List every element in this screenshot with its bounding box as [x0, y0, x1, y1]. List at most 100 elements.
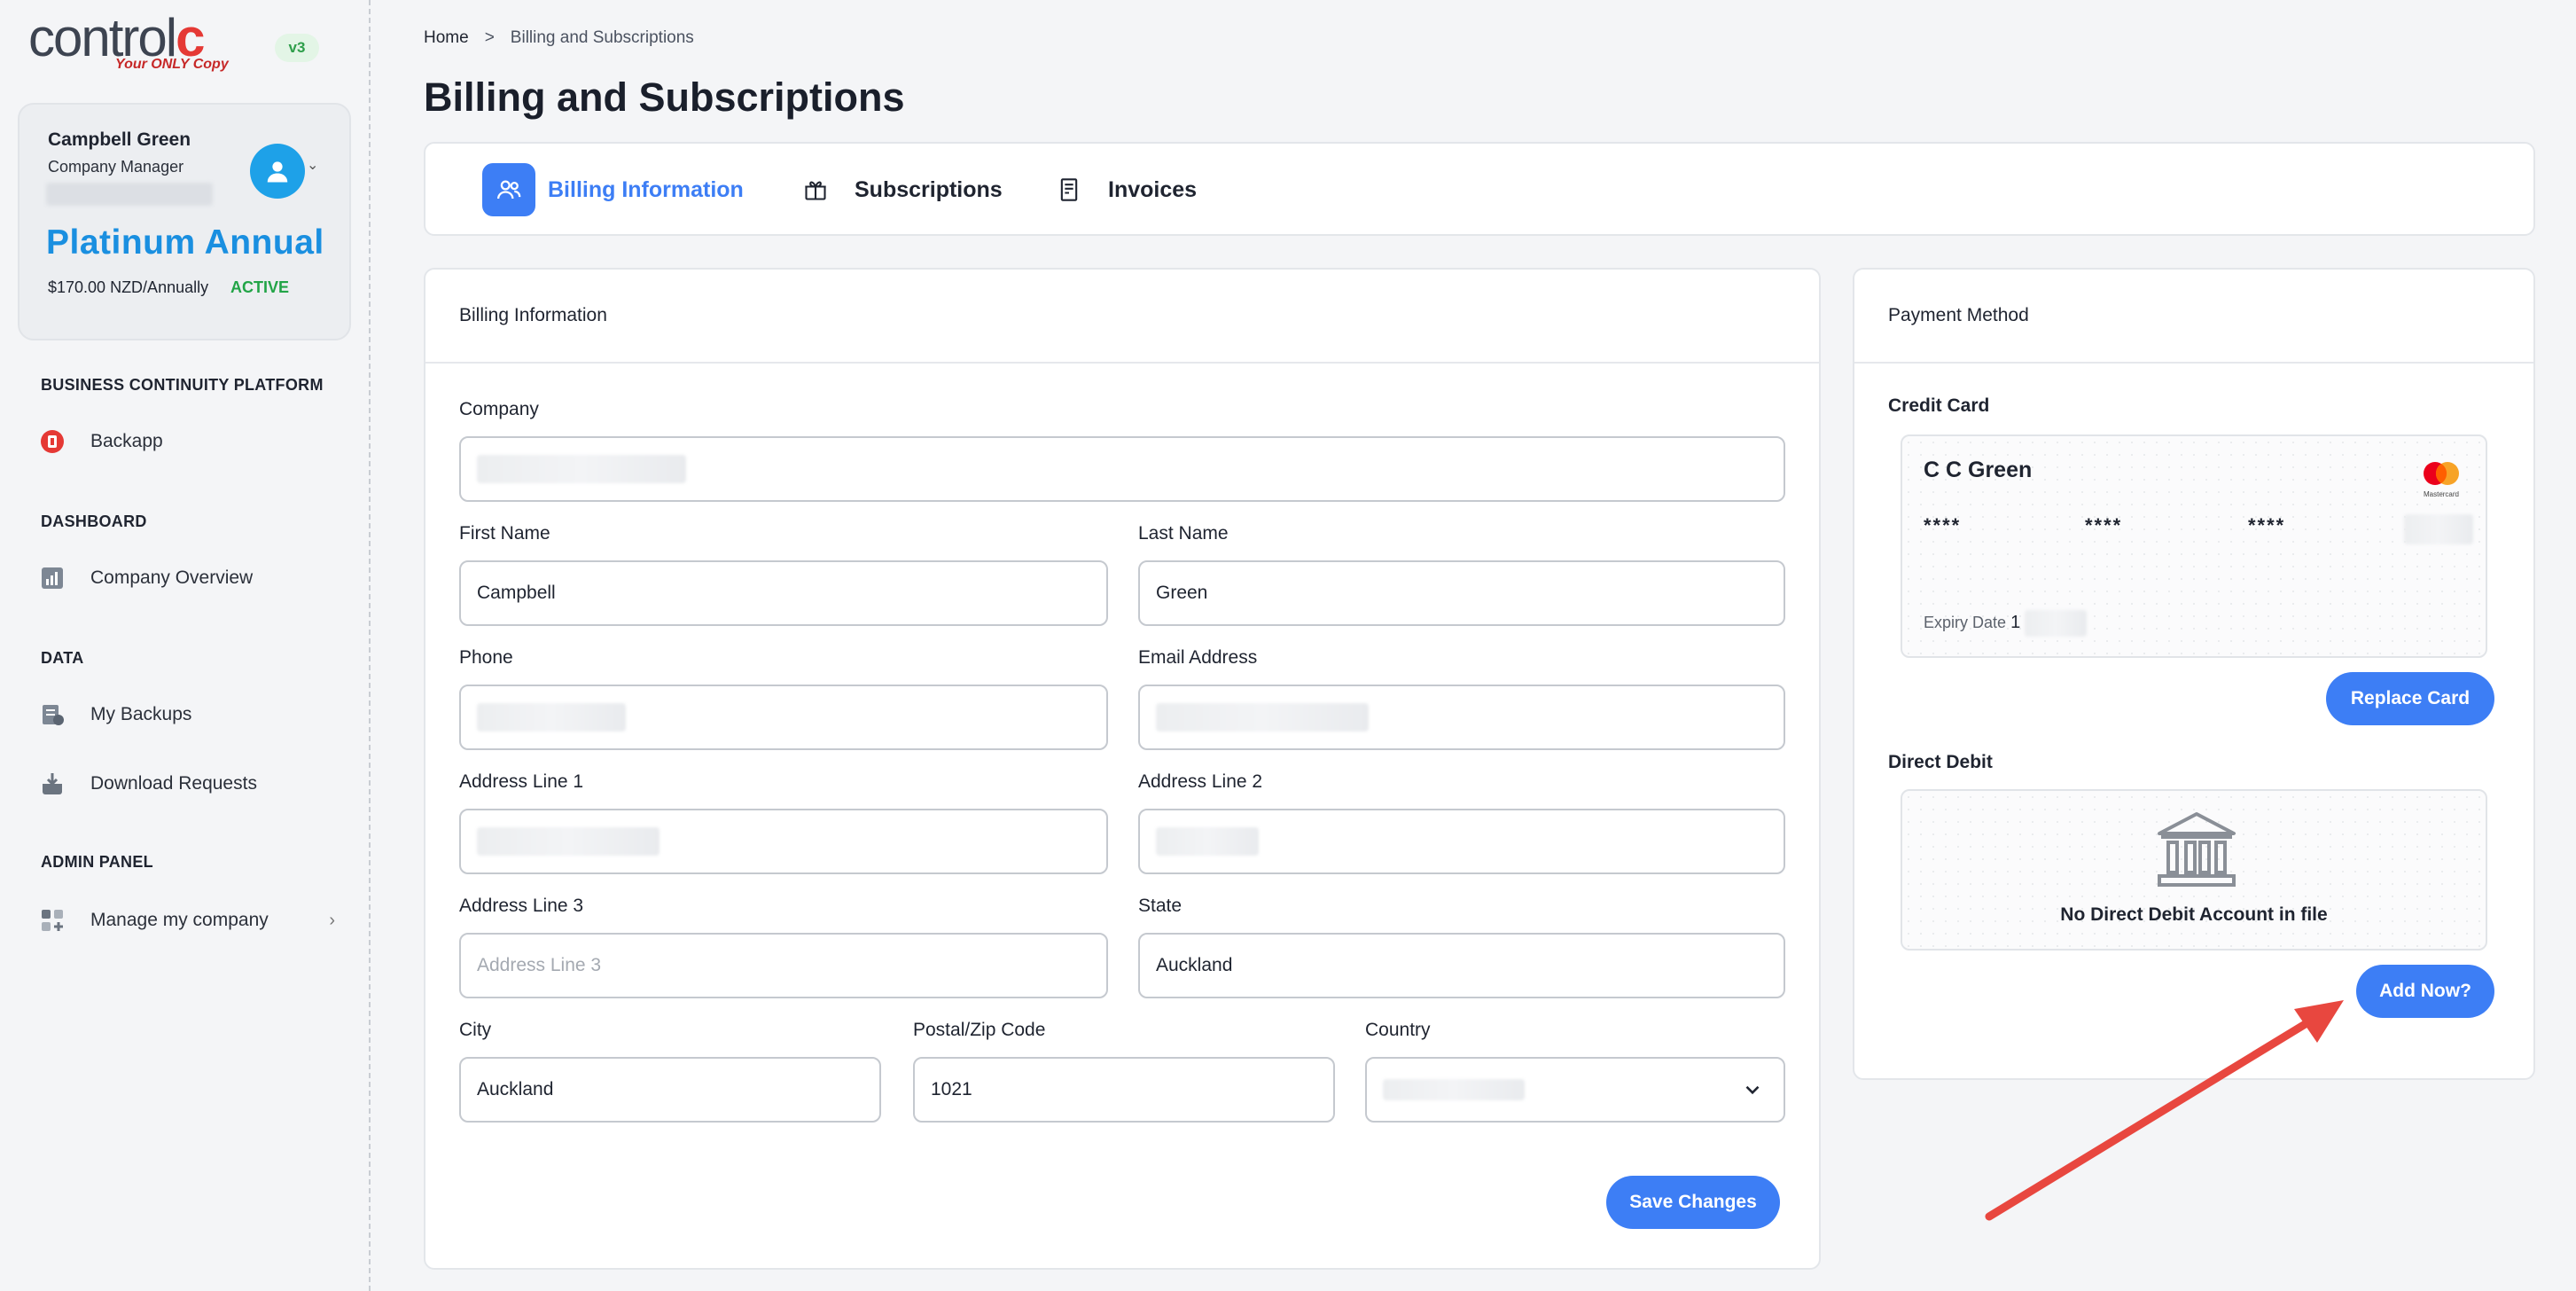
- mastercard-icon: Mastercard: [2416, 456, 2466, 500]
- address-line-1-field[interactable]: [459, 809, 1108, 874]
- sidebar-item-label: My Backups: [90, 704, 192, 724]
- user-name: Campbell Green: [48, 129, 191, 150]
- grid-icon: [39, 907, 66, 934]
- replace-card-button[interactable]: Replace Card: [2326, 672, 2494, 725]
- page-title: Billing and Subscriptions: [424, 74, 905, 120]
- download-icon: [39, 771, 66, 797]
- postal-code-field[interactable]: 1021: [913, 1057, 1335, 1123]
- sidebar-item-label: Manage my company: [90, 910, 269, 930]
- redacted-value: [1383, 1079, 1525, 1100]
- redacted-email: [46, 183, 213, 206]
- credit-card-title: Credit Card: [1888, 395, 1990, 416]
- nav-section-business-continuity: BUSINESS CONTINUITY PLATFORM: [41, 376, 324, 394]
- user-role: Company Manager: [48, 158, 184, 176]
- card-header: Payment Method: [1854, 270, 2533, 364]
- expiry-value: 1: [2010, 612, 2021, 632]
- last-name-label: Last Name: [1138, 523, 1229, 544]
- save-changes-button[interactable]: Save Changes: [1606, 1176, 1780, 1229]
- country-label: Country: [1365, 1020, 1431, 1040]
- email-field[interactable]: [1138, 685, 1785, 750]
- card-header: Billing Information: [425, 270, 1819, 364]
- chevron-right-icon: ›: [329, 910, 335, 930]
- sidebar: controlc Your ONLY Copy v3 Campbell Gree…: [0, 0, 371, 1291]
- redacted-value: [1156, 827, 1259, 856]
- postal-code-label: Postal/Zip Code: [913, 1020, 1046, 1040]
- card-holder-name: C C Green: [1924, 458, 2033, 482]
- redacted-card-digits: [2404, 514, 2473, 544]
- redacted-value: [477, 455, 686, 483]
- last-name-field[interactable]: Green: [1138, 560, 1785, 626]
- card-number-group: ****: [2085, 514, 2123, 536]
- redacted-value: [2025, 610, 2088, 637]
- country-select[interactable]: [1365, 1057, 1785, 1123]
- profile-card[interactable]: Campbell Green Company Manager ⌄ Platinu…: [18, 103, 351, 340]
- tab-label: Subscriptions: [855, 176, 1003, 202]
- user-icon: [267, 161, 288, 183]
- company-field[interactable]: [459, 436, 1785, 502]
- add-now-button[interactable]: Add Now?: [2356, 965, 2494, 1018]
- svg-text:Mastercard: Mastercard: [2424, 490, 2459, 498]
- state-label: State: [1138, 896, 1183, 916]
- redacted-value: [1156, 703, 1369, 732]
- billing-information-card: Billing Information Company First Name C…: [424, 268, 1821, 1270]
- plan-name: Platinum Annual: [46, 223, 324, 262]
- plan-price: $170.00 NZD/Annually: [48, 278, 209, 296]
- direct-debit-empty-text: No Direct Debit Account in file: [2060, 904, 2328, 925]
- address-line-3-placeholder: Address Line 3: [477, 955, 602, 975]
- tab-label: Billing Information: [548, 176, 744, 202]
- first-name-field[interactable]: Campbell: [459, 560, 1108, 626]
- backapp-icon: [39, 428, 66, 455]
- sidebar-item-download-requests[interactable]: Download Requests: [39, 766, 340, 802]
- sidebar-item-company-overview[interactable]: Company Overview: [39, 560, 340, 596]
- sidebar-item-my-backups[interactable]: My Backups: [39, 697, 340, 732]
- expiry-label: Expiry Date: [1924, 613, 2007, 631]
- sidebar-item-backapp[interactable]: Backapp: [39, 424, 340, 459]
- backups-icon: [39, 701, 66, 728]
- credit-card-display: C C Green Mastercard **** **** **** Expi…: [1901, 434, 2487, 658]
- direct-debit-display: No Direct Debit Account in file: [1901, 789, 2487, 951]
- sidebar-item-manage-my-company[interactable]: Manage my company ›: [39, 903, 340, 938]
- city-field[interactable]: Auckland: [459, 1057, 881, 1123]
- chevron-down-icon: [1741, 1078, 1764, 1107]
- tab-invoices[interactable]: Invoices: [1042, 163, 1197, 216]
- phone-label: Phone: [459, 647, 513, 668]
- first-name-label: First Name: [459, 523, 550, 544]
- avatar[interactable]: [250, 144, 305, 199]
- receipt-icon: [1042, 163, 1096, 216]
- bank-icon: [2158, 812, 2236, 887]
- redacted-value: [477, 827, 660, 856]
- address-line-1-label: Address Line 1: [459, 771, 584, 792]
- card-number-group: ****: [1924, 514, 1962, 536]
- address-line-2-label: Address Line 2: [1138, 771, 1263, 792]
- chart-icon: [39, 565, 66, 591]
- tab-billing-information[interactable]: Billing Information: [482, 163, 744, 216]
- card-number-group: ****: [2248, 514, 2286, 536]
- nav-section-admin-panel: ADMIN PANEL: [41, 853, 153, 871]
- nav-section-data: DATA: [41, 649, 84, 667]
- tab-subscriptions[interactable]: Subscriptions: [789, 163, 1003, 216]
- breadcrumb: Home > Billing and Subscriptions: [424, 28, 694, 48]
- address-line-2-field[interactable]: [1138, 809, 1785, 874]
- tab-label: Invoices: [1108, 176, 1198, 202]
- tab-bar: Billing Information Subscriptions Invoic…: [424, 142, 2535, 236]
- chevron-down-icon[interactable]: ⌄: [307, 156, 318, 174]
- redacted-value: [477, 703, 626, 732]
- gift-icon: [789, 163, 842, 216]
- breadcrumb-current: Billing and Subscriptions: [510, 28, 694, 47]
- breadcrumb-separator: >: [484, 28, 495, 47]
- expiry-date: Expiry Date 1: [1924, 610, 2088, 637]
- sidebar-item-label: Backapp: [90, 431, 163, 451]
- address-line-3-field[interactable]: Address Line 3: [459, 933, 1108, 998]
- breadcrumb-home[interactable]: Home: [424, 28, 469, 48]
- nav-section-dashboard: DASHBOARD: [41, 512, 147, 530]
- state-field[interactable]: Auckland: [1138, 933, 1785, 998]
- plan-status-badge: ACTIVE: [230, 278, 290, 296]
- payment-method-card: Payment Method Credit Card C C Green Mas…: [1853, 268, 2535, 1080]
- company-label: Company: [459, 399, 539, 419]
- sidebar-item-label: Download Requests: [90, 773, 257, 794]
- city-label: City: [459, 1020, 492, 1040]
- logo-tagline: Your ONLY Copy: [115, 57, 229, 72]
- phone-field[interactable]: [459, 685, 1108, 750]
- users-icon: [482, 163, 535, 216]
- logo[interactable]: controlc Your ONLY Copy v3: [28, 7, 319, 78]
